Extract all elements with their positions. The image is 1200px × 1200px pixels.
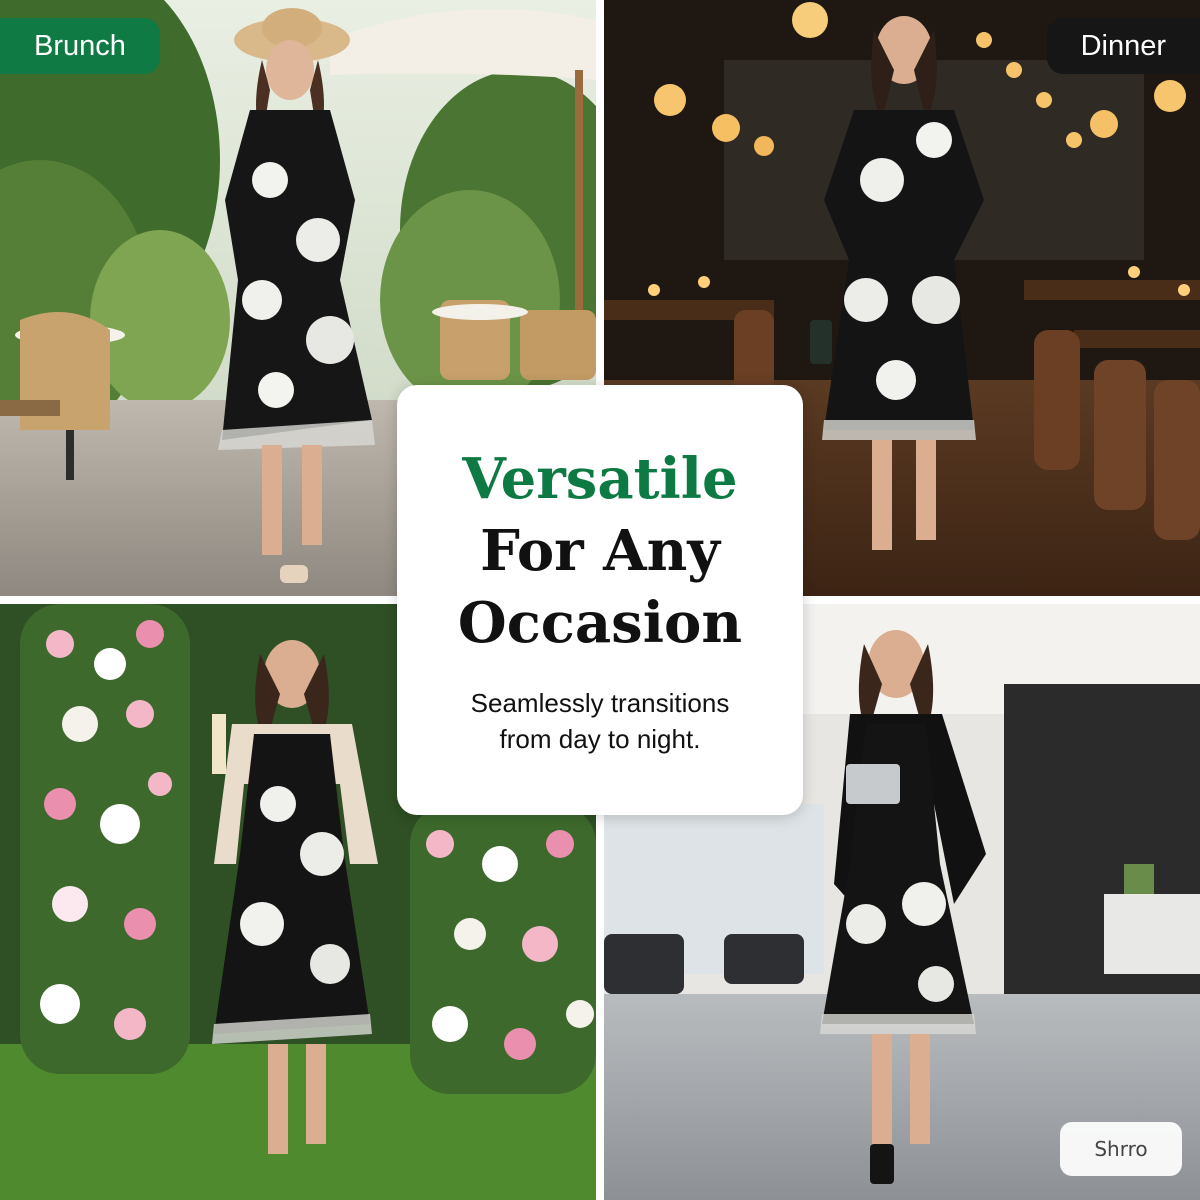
headline: Versatile For Any Occasion	[397, 443, 803, 659]
brand-watermark: Shrro	[1060, 1122, 1182, 1176]
headline-line-2: For Any	[480, 518, 720, 584]
headline-line-3: Occasion	[457, 590, 743, 656]
subtitle-line-2: from day to night.	[499, 724, 701, 754]
headline-card: Versatile For Any Occasion Seamlessly tr…	[397, 385, 803, 815]
brunch-label: Brunch	[0, 18, 160, 74]
occasion-collage: Brunch Dinner Versatile For Any Occasion…	[0, 0, 1200, 1200]
subtitle-line-1: Seamlessly transitions	[470, 688, 730, 718]
dinner-label: Dinner	[1046, 18, 1200, 74]
subtitle: Seamlessly transitions from day to night…	[427, 685, 773, 757]
headline-accent-line: Versatile	[462, 446, 738, 512]
